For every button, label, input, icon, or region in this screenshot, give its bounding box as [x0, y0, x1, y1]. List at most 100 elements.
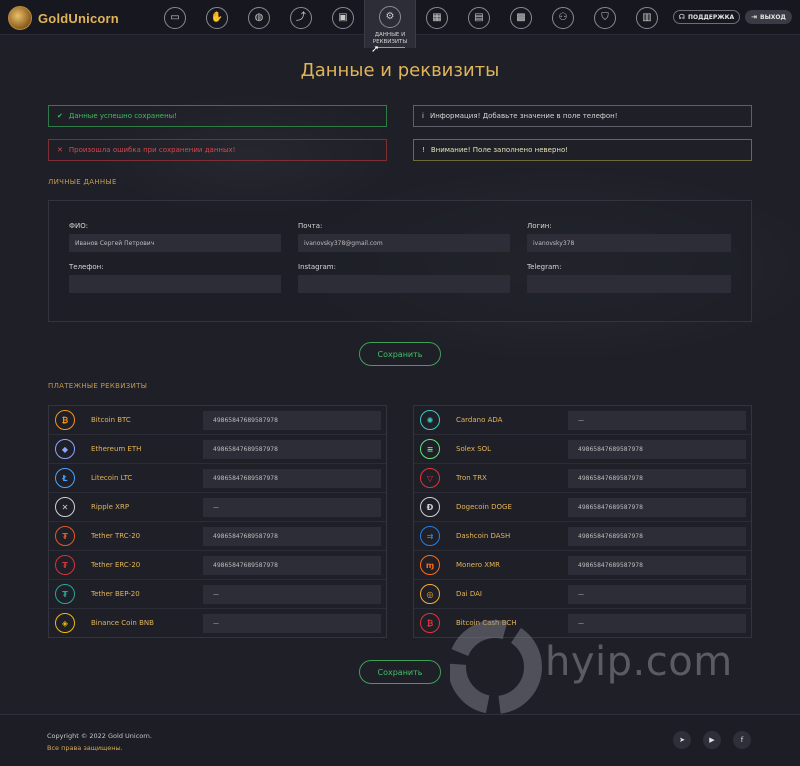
nav-item-wallet[interactable]: ▣	[322, 0, 364, 35]
youtube-icon[interactable]: ▶	[703, 731, 721, 749]
wallet-row: ₮ Tether TRC-20 49865847689587978	[49, 522, 386, 551]
wallet-row: ₮ Tether ERC-20 49865847689587978	[49, 551, 386, 580]
wallet-address-field[interactable]: 498658476895879​78	[203, 411, 381, 430]
nav-item-calendar[interactable]: ▦	[416, 0, 458, 35]
wallet-name: Tether BEP-20	[91, 590, 140, 598]
cross-icon: ✕	[57, 146, 63, 154]
wallet-address-field[interactable]: —	[568, 411, 746, 430]
info-icon: i	[422, 112, 424, 120]
wallet-name: Bitcoin Cash BCH	[456, 619, 517, 627]
wallet-name: Solex SOL	[456, 445, 492, 453]
support-button[interactable]: ☊ ПОДДЕРЖКА	[673, 10, 740, 24]
telegram-label: Telegram:	[527, 263, 562, 271]
wallet-row: ◎ Dai DAI —	[414, 580, 751, 609]
wallet-address-field[interactable]: —	[203, 498, 381, 517]
phone-field[interactable]	[69, 275, 281, 293]
logo[interactable]: GoldUnicorn	[8, 6, 119, 30]
alert-info-text: Информация! Добавьте значение в поле тел…	[429, 112, 618, 120]
check-icon: ✔	[57, 112, 63, 120]
wallet-address-field[interactable]: 49865847689587978	[568, 440, 746, 459]
nav-item-calculator[interactable]: ▥	[626, 0, 668, 35]
wallet-name: Tether TRC-20	[91, 532, 141, 540]
email-field[interactable]: ivanovsky378@gmail.com	[298, 234, 510, 252]
nav-item-monitor[interactable]: ▭	[154, 0, 196, 35]
wallet-address-field[interactable]: —	[203, 585, 381, 604]
coins-icon: ◍	[248, 6, 270, 29]
rights-text: Все права защищены.	[47, 744, 123, 752]
binance-icon: ◈	[55, 613, 75, 633]
chart-arrow-icon: ⤴	[290, 6, 312, 29]
wallet-address-field[interactable]: 49865847689587978	[203, 440, 381, 459]
calculator-icon: ▥	[636, 6, 658, 29]
telegram-icon[interactable]: ➤	[673, 731, 691, 749]
monitor-icon: ▭	[164, 6, 186, 29]
nav-item-presentation[interactable]: ▤	[458, 0, 500, 35]
telegram-field[interactable]	[527, 275, 731, 293]
wallet-address-field[interactable]: 49865847689587978	[568, 469, 746, 488]
personal-data-panel: ФИО: Иванов Сергей Петрович Почта: ivano…	[48, 200, 752, 322]
wallet-address-field[interactable]: 49865847689587978	[568, 556, 746, 575]
nav-item-gear[interactable]: ⚙ ДАННЫЕ И РЕКВИЗИТЫ	[364, 0, 416, 48]
wallet-address-field[interactable]: 49865847689587978	[203, 527, 381, 546]
save-personal-button[interactable]: Сохранить	[359, 342, 441, 366]
solana-icon: ≡	[420, 439, 440, 459]
bitcoin-icon: ₿	[55, 410, 75, 430]
nav-item-team[interactable]: ⚇	[542, 0, 584, 35]
wallet-address-field[interactable]: —	[568, 614, 746, 633]
wallet-address-field[interactable]: 49865847689587978	[203, 556, 381, 575]
wallet-row: ⇉ Dashcoin DASH 49865847689587978	[414, 522, 751, 551]
alert-success: ✔ Данные успешно сохранены!	[48, 105, 387, 127]
cardano-icon: ✺	[420, 410, 440, 430]
nav-item-hand-coin[interactable]: ✋	[196, 0, 238, 35]
wallet-name: Ripple XRP	[91, 503, 130, 511]
personal-section-title: ЛИЧНЫЕ ДАННЫЕ	[48, 178, 117, 186]
team-icon: ⚇	[552, 6, 574, 29]
wallet-row: ◈ Binance Coin BNB —	[49, 609, 386, 638]
calendar-icon: ▦	[426, 6, 448, 29]
shield-icon: ⛉	[594, 6, 616, 29]
brand-name: GoldUnicorn	[38, 10, 119, 26]
unicorn-logo-icon	[8, 6, 32, 30]
instagram-field[interactable]	[298, 275, 510, 293]
nav-item-shield[interactable]: ⛉	[584, 0, 626, 35]
login-label: Логин:	[527, 222, 552, 230]
exit-button[interactable]: ⇥ ВЫХОД	[745, 10, 792, 24]
copyright-text: Copyright © 2022 Gold Unicorn.	[47, 732, 152, 740]
wallet-name: Dai DAI	[456, 590, 482, 598]
wallet-address-field[interactable]: 49865847689587978	[568, 498, 746, 517]
tether-erc20-icon: ₮	[55, 555, 75, 575]
wallet-row: ≡ Solex SOL 49865847689587978	[414, 435, 751, 464]
wallet-address-field[interactable]: —	[203, 614, 381, 633]
alert-success-text: Данные успешно сохранены!	[68, 112, 178, 120]
wallet-row: ₿ Bitcoin Cash BCH —	[414, 609, 751, 638]
wallet-name: Tether ERC-20	[91, 561, 141, 569]
nav-item-chart-arrow[interactable]: ⤴	[280, 0, 322, 35]
alert-warning: ! Внимание! Поле заполнено неверно!	[413, 139, 752, 161]
wallet-name: Dashcoin DASH	[456, 532, 511, 540]
login-field[interactable]: ivanovsky378	[527, 234, 731, 252]
dash-icon: ⇉	[420, 526, 440, 546]
ripple-icon: ✕	[55, 497, 75, 517]
wallet-address-field[interactable]: —	[568, 585, 746, 604]
nav-item-coins[interactable]: ◍	[238, 0, 280, 35]
presentation-icon: ▤	[468, 6, 490, 29]
nav-item-briefcase[interactable]: ▩	[500, 0, 542, 35]
wallet-row: Ł Litecoin LTC 49865847689587978	[49, 464, 386, 493]
footer: Copyright © 2022 Gold Unicorn. Все права…	[0, 714, 800, 766]
fio-field[interactable]: Иванов Сергей Петрович	[69, 234, 281, 252]
phone-label: Телефон:	[69, 263, 104, 271]
facebook-icon[interactable]: f	[733, 731, 751, 749]
wallet-address-field[interactable]: 49865847689587978	[203, 469, 381, 488]
exit-label: ВЫХОД	[760, 13, 786, 21]
wallet-row: ▽ Tron TRX 49865847689587978	[414, 464, 751, 493]
wallet-name: Litecoin LTC	[91, 474, 133, 482]
watermark-text: hyip.com	[545, 639, 733, 685]
wallet-row: ✕ Ripple XRP —	[49, 493, 386, 522]
mouse-cursor-icon: ➚	[371, 44, 380, 55]
save-payments-button[interactable]: Сохранить	[359, 660, 441, 684]
tether-trc20-icon: ₮	[55, 526, 75, 546]
briefcase-icon: ▩	[510, 6, 532, 29]
wallet-name: Dogecoin DOGE	[456, 503, 512, 511]
alert-error: ✕ Произошла ошибка при сохранении данных…	[48, 139, 387, 161]
wallet-address-field[interactable]: 49865847689587978	[568, 527, 746, 546]
